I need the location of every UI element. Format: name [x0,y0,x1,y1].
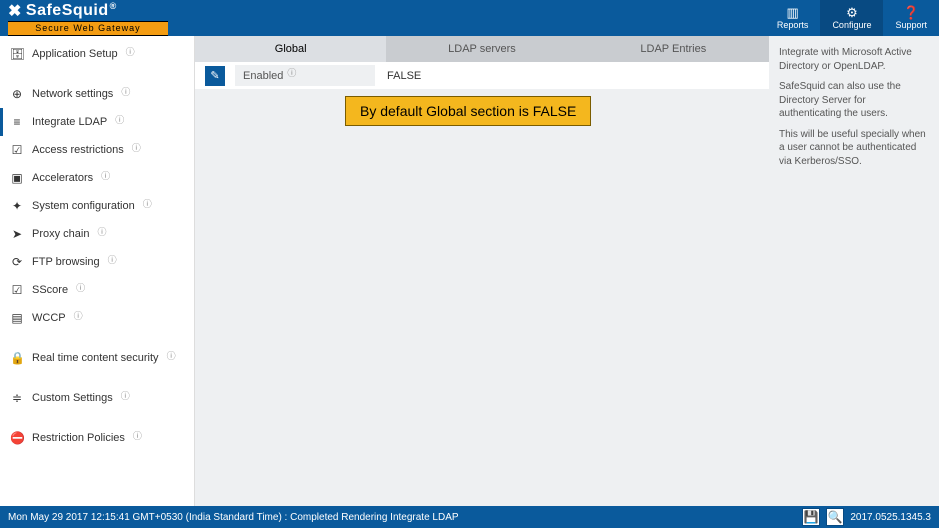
sidebar-item-label: FTP browsing [32,256,100,268]
sidebar-item-restriction-policies[interactable]: ⛔ Restriction Policies ⓘ [0,424,194,452]
policy-icon: ⛔ [10,431,24,445]
sidebar-item-label: Network settings [32,88,113,100]
info-icon: ⓘ [115,113,124,126]
save-button[interactable]: 💾 [802,508,820,526]
save-icon: 💾 [804,510,819,524]
footer: Mon May 29 2017 12:15:41 GMT+0530 (India… [0,506,939,528]
edit-button[interactable]: ✎ [205,66,225,86]
sidebar-item-real-time-content-security[interactable]: 🔒 Real time content security ⓘ [0,344,194,372]
sidebar: 🗄 Application Setup ⓘ ⊕ Network settings… [0,36,195,506]
sidebar-item-label: Access restrictions [32,144,124,156]
info-icon: ⓘ [287,66,296,79]
ftp-icon: ⟳ [10,255,24,269]
network-icon: ⊕ [10,87,24,101]
edit-icon: ✎ [210,69,219,82]
nav-support[interactable]: ❓ Support [883,0,939,36]
sidebar-item-proxy-chain[interactable]: ➤ Proxy chain ⓘ [0,220,194,248]
config-row-enabled: ✎ Enabled ⓘ FALSE [195,62,769,89]
configure-icon: ⚙ [846,6,858,19]
layout: 🗄 Application Setup ⓘ ⊕ Network settings… [0,36,939,506]
sidebar-item-integrate-ldap[interactable]: ≡ Integrate LDAP ⓘ [0,108,194,136]
score-icon: ☑ [10,283,24,297]
chain-icon: ➤ [10,227,24,241]
nav-configure[interactable]: ⚙ Configure [820,0,883,36]
config-content: ✎ Enabled ⓘ FALSE [195,62,769,89]
sidebar-item-label: Custom Settings [32,392,113,404]
sidebar-item-accelerators[interactable]: ▣ Accelerators ⓘ [0,164,194,192]
search-icon: 🔍 [828,510,843,524]
lock-icon: ☑ [10,143,24,157]
sidebar-item-label: Real time content security [32,352,159,364]
sidebar-item-application-setup[interactable]: 🗄 Application Setup ⓘ [0,40,194,68]
footer-right: 💾 🔍 2017.0525.1345.3 [802,508,931,526]
sliders-icon: ≑ [10,391,24,405]
main: Global LDAP servers LDAP Entries ✎ Enabl… [195,36,769,506]
info-icon: ⓘ [167,349,176,362]
tabs: Global LDAP servers LDAP Entries [195,36,769,62]
shield-icon: 🔒 [10,351,24,365]
callout-note: By default Global section is FALSE [345,96,591,126]
nav-configure-label: Configure [832,20,871,30]
help-text: SafeSquid can also use the Directory Ser… [779,80,929,121]
info-icon: ⓘ [101,169,110,182]
sidebar-item-label: Restriction Policies [32,432,125,444]
brand-name: ✖ SafeSquid® [8,1,168,21]
sidebar-item-label: Integrate LDAP [32,116,107,128]
sidebar-item-system-configuration[interactable]: ✦ System configuration ⓘ [0,192,194,220]
search-button[interactable]: 🔍 [826,508,844,526]
nav-reports[interactable]: ▥ Reports [765,0,821,36]
tab-ldap-entries[interactable]: LDAP Entries [578,36,769,62]
sidebar-item-sscore[interactable]: ☑ SScore ⓘ [0,276,194,304]
brand-icon: ✖ [8,1,22,21]
info-icon: ⓘ [74,309,83,322]
sidebar-item-network-settings[interactable]: ⊕ Network settings ⓘ [0,80,194,108]
briefcase-icon: 🗄 [10,47,24,61]
nav-support-label: Support [895,20,927,30]
tab-global[interactable]: Global [195,36,386,62]
config-label-enabled: Enabled ⓘ [235,65,375,86]
info-icon: ⓘ [133,429,142,442]
info-icon: ⓘ [97,225,106,238]
sidebar-item-label: WCCP [32,312,66,324]
sidebar-item-ftp-browsing[interactable]: ⟳ FTP browsing ⓘ [0,248,194,276]
brand-tagline: Secure Web Gateway [8,21,168,36]
tab-ldap-servers[interactable]: LDAP servers [386,36,577,62]
top-bar: ✖ SafeSquid® Secure Web Gateway ▥ Report… [0,0,939,36]
ldap-icon: ≡ [10,115,24,129]
nav-reports-label: Reports [777,20,809,30]
sidebar-item-label: Accelerators [32,172,93,184]
accelerator-icon: ▣ [10,171,24,185]
sidebar-item-label: Proxy chain [32,228,89,240]
info-icon: ⓘ [126,45,135,58]
info-icon: ⓘ [121,85,130,98]
support-icon: ❓ [903,6,919,19]
reports-icon: ▥ [787,6,799,19]
help-panel: Integrate with Microsoft Active Director… [769,36,939,506]
info-icon: ⓘ [121,389,130,402]
sidebar-item-custom-settings[interactable]: ≑ Custom Settings ⓘ [0,384,194,412]
sidebar-item-label: System configuration [32,200,135,212]
top-nav: ▥ Reports ⚙ Configure ❓ Support [765,0,939,36]
sidebar-item-wccp[interactable]: ▤ WCCP ⓘ [0,304,194,332]
help-text: Integrate with Microsoft Active Director… [779,46,929,73]
info-icon: ⓘ [108,253,117,266]
wccp-icon: ▤ [10,311,24,325]
info-icon: ⓘ [76,281,85,294]
gear-icon: ✦ [10,199,24,213]
info-icon: ⓘ [132,141,141,154]
brand: ✖ SafeSquid® Secure Web Gateway [0,0,176,38]
sidebar-item-access-restrictions[interactable]: ☑ Access restrictions ⓘ [0,136,194,164]
footer-status: Mon May 29 2017 12:15:41 GMT+0530 (India… [8,512,459,523]
sidebar-item-label: SScore [32,284,68,296]
config-value-enabled: FALSE [375,66,433,86]
version-label: 2017.0525.1345.3 [850,512,931,523]
sidebar-item-label: Application Setup [32,48,118,60]
info-icon: ⓘ [143,197,152,210]
help-text: This will be useful specially when a use… [779,128,929,169]
